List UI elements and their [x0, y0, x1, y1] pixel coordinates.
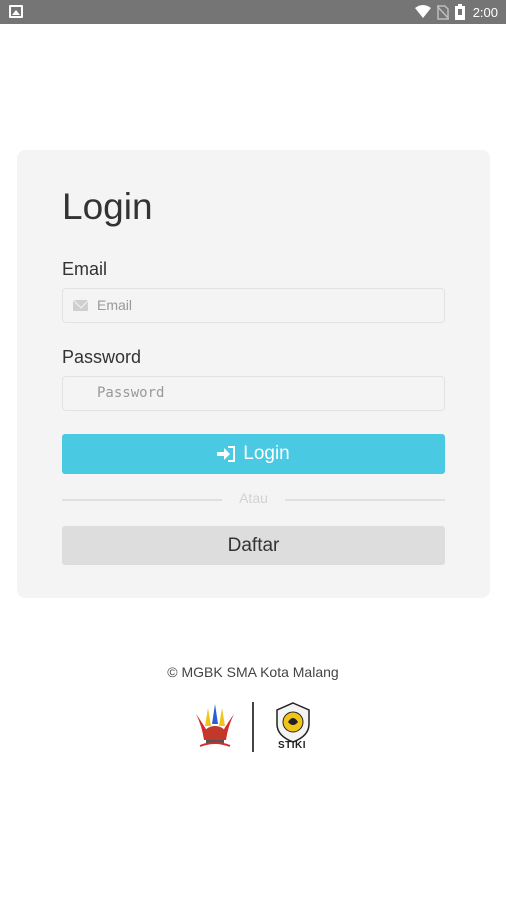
- no-sim-icon: [436, 4, 449, 20]
- copyright-text: © MGBK SMA Kota Malang: [167, 664, 339, 680]
- login-button-label: Login: [243, 443, 290, 464]
- login-button[interactable]: Login: [62, 434, 445, 474]
- password-input[interactable]: [97, 377, 437, 409]
- status-icons: 2:00: [414, 3, 498, 21]
- battery-icon: [454, 4, 465, 20]
- password-label: Password: [62, 347, 142, 367]
- footer-logos: STIKI: [192, 700, 322, 756]
- mgbk-logo: [196, 704, 234, 747]
- register-button[interactable]: Daftar: [62, 526, 445, 565]
- login-title: Login: [62, 186, 153, 227]
- stiki-logo-text: STIKI: [277, 740, 307, 751]
- email-label: Email: [62, 259, 108, 279]
- clock: 2:00: [472, 4, 498, 20]
- image-icon: [9, 5, 23, 18]
- divider-line-right: [285, 499, 445, 501]
- envelope-icon: [73, 300, 88, 311]
- wifi-icon: [414, 5, 431, 18]
- or-divider: Atau: [62, 490, 445, 508]
- sign-in-icon: [217, 446, 236, 462]
- divider-text: Atau: [239, 490, 268, 506]
- status-bar: 2:00: [0, 0, 506, 24]
- email-input[interactable]: [97, 289, 437, 321]
- login-card: Login Email Password Login Atau Daftar: [17, 150, 490, 598]
- email-field-container: [62, 288, 445, 323]
- logo-separator: [252, 702, 254, 752]
- password-field-container: [62, 376, 445, 411]
